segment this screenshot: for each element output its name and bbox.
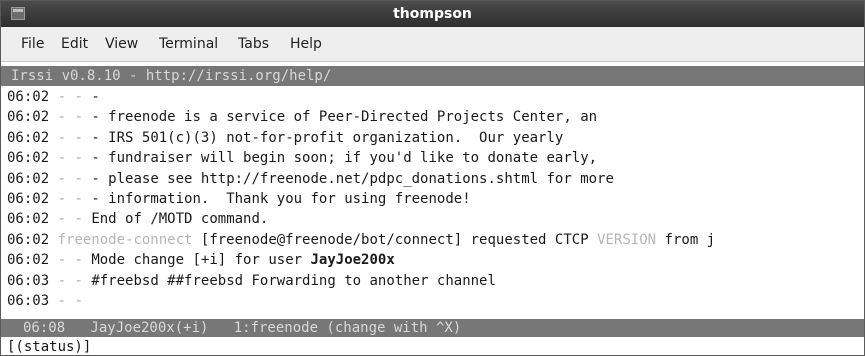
message-log: 06:02 - - - 06:02 - - - freenode is a se…: [7, 87, 864, 311]
menu-edit[interactable]: Edit: [61, 36, 88, 52]
log-text: requested CTCP: [470, 231, 589, 248]
menu-bar: File Edit View Terminal Tabs Help: [1, 27, 864, 62]
ctcp-type: VERSION: [597, 231, 657, 248]
log-marker: - -: [57, 211, 83, 228]
log-text: - information. Thank you for using freen…: [91, 190, 471, 207]
ctcp-nick: freenode-connect: [57, 231, 193, 248]
log-text: #freebsd ##freebsd Forwarding to another…: [91, 272, 496, 289]
log-text: - freenode is a service of Peer-Directed…: [91, 109, 598, 126]
log-line: 06:02 - - - freenode is a service of Pee…: [7, 107, 864, 127]
log-time: 06:02: [7, 129, 50, 146]
log-time: 06:02: [7, 252, 50, 269]
log-marker: - -: [57, 129, 83, 146]
menu-terminal[interactable]: Terminal: [159, 36, 218, 52]
terminal-window: thompson File Edit View Terminal Tabs He…: [0, 0, 865, 356]
menu-help[interactable]: Help: [290, 36, 322, 52]
title-bar[interactable]: thompson: [1, 1, 864, 27]
log-time: 06:02: [7, 109, 50, 126]
log-line: 06:03 - -: [7, 291, 864, 311]
log-text: - IRS 501(c)(3) not-for-profit organizat…: [91, 129, 564, 146]
log-marker: - -: [57, 89, 83, 105]
log-line: 06:02 - - - information. Thank you for u…: [7, 189, 864, 209]
menu-view[interactable]: View: [105, 36, 138, 52]
log-text: End of /MOTD command.: [91, 211, 269, 228]
log-marker: - -: [57, 292, 83, 309]
log-line: 06:02 - - - IRS 501(c)(3) not-for-profit…: [7, 128, 864, 148]
mode-user: JayJoe200x: [310, 252, 395, 269]
status-bar: 06:08 JayJoe200x(+i) 1:freenode (change …: [1, 319, 864, 337]
log-time: 06:02: [7, 170, 50, 187]
log-marker: - -: [57, 150, 83, 167]
log-marker: - -: [57, 109, 83, 126]
log-time: 06:03: [7, 272, 50, 289]
log-line: 06:02 - - - please see http://freenode.n…: [7, 169, 864, 189]
log-text: - please see http://freenode.net/pdpc_do…: [91, 170, 614, 187]
log-line: 06:03 - - #freebsd ##freebsd Forwarding …: [7, 271, 864, 291]
terminal-area[interactable]: Irssi v0.8.10 - http://irssi.org/help/ 0…: [1, 62, 864, 355]
log-marker: - -: [57, 190, 83, 207]
log-line: 06:02 - - -: [7, 87, 864, 107]
log-text: - fundraiser will begin soon; if you'd l…: [91, 150, 598, 167]
log-text: Mode change [+i] for user: [91, 252, 303, 269]
log-line: 06:02 - - End of /MOTD command.: [7, 209, 864, 229]
log-time: 06:03: [7, 292, 50, 309]
log-time: 06:02: [7, 150, 50, 167]
log-time: 06:02: [7, 211, 50, 228]
log-line: 06:02 freenode-connect [freenode@freenod…: [7, 230, 864, 250]
topic-bar: Irssi v0.8.10 - http://irssi.org/help/: [1, 66, 864, 86]
menu-tabs[interactable]: Tabs: [238, 36, 269, 52]
log-time: 06:02: [7, 231, 50, 248]
log-text-tail: from j: [664, 231, 716, 248]
log-line: 06:02 - - Mode change [+i] for user JayJ…: [7, 250, 864, 270]
ctcp-host: [freenode@freenode/bot/connect]: [200, 231, 463, 248]
window-title: thompson: [393, 6, 472, 22]
log-time: 06:02: [7, 190, 50, 207]
log-marker: - -: [57, 272, 83, 289]
log-text: -: [91, 89, 100, 105]
menu-file[interactable]: File: [21, 36, 44, 52]
input-prompt[interactable]: [(status)]: [7, 338, 91, 355]
log-line: 06:02 - - - fundraiser will begin soon; …: [7, 148, 864, 168]
log-marker: - -: [57, 170, 83, 187]
log-time: 06:02: [7, 89, 50, 105]
log-marker: - -: [57, 252, 83, 269]
